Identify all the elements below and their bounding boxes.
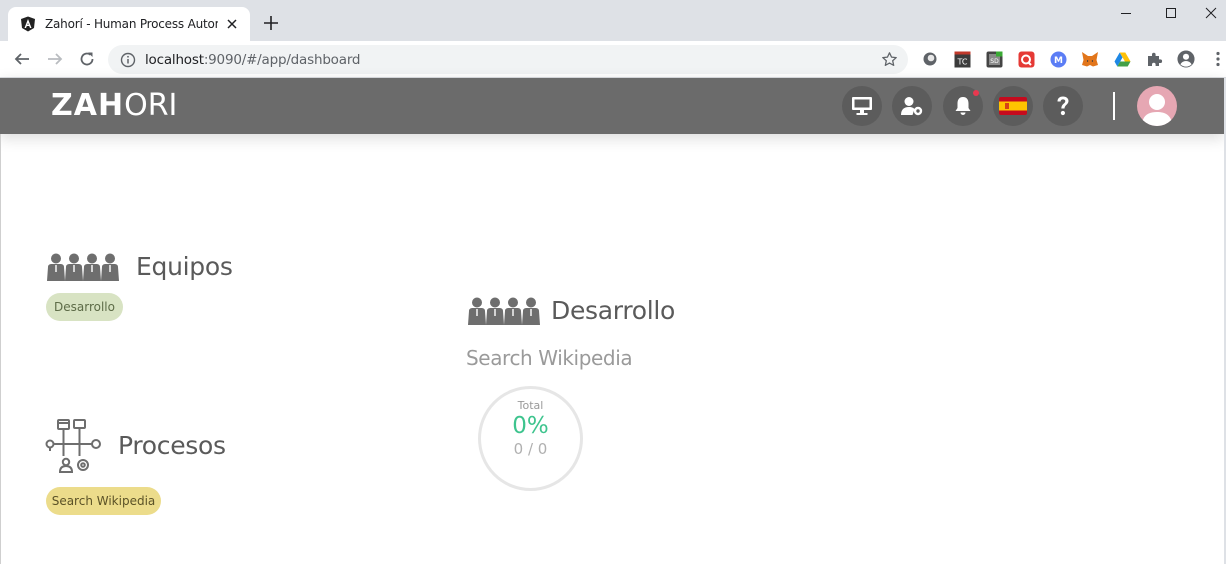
browser-toolbar: localhost:9090/#/app/dashboard TC SD M: [0, 41, 1226, 78]
team-icon: [46, 253, 120, 281]
gauge-percent: 0%: [512, 413, 549, 439]
tc-extension-icon[interactable]: TC: [953, 50, 971, 68]
app-header: ZAHORI: [0, 78, 1224, 134]
processes-title: Procesos: [118, 431, 226, 460]
new-tab-icon[interactable]: [262, 14, 280, 32]
detail-team-icon: [467, 297, 541, 325]
monitor-icon: [851, 96, 873, 116]
notification-dot: [973, 90, 979, 96]
url-host: localhost: [145, 51, 204, 68]
gauge-total-label: Total: [517, 399, 544, 412]
google-drive-icon[interactable]: [1113, 50, 1131, 68]
page-left-border: [0, 134, 1, 564]
angular-favicon-icon: [20, 16, 36, 32]
gauge-count: 0 / 0: [513, 440, 548, 458]
close-window-icon[interactable]: [1199, 4, 1223, 22]
tab-title: Zahorí - Human Process Automati: [45, 17, 218, 31]
browser-tabstrip: Zahorí - Human Process Automati: [0, 0, 1226, 41]
url-text: localhost:9090/#/app/dashboard: [145, 51, 361, 68]
zahori-logo[interactable]: ZAHORI: [51, 90, 177, 122]
profile-icon[interactable]: [1177, 50, 1195, 68]
reload-icon[interactable]: [77, 49, 97, 69]
team-process-name[interactable]: Search Wikipedia: [466, 346, 633, 370]
teams-title: Equipos: [136, 252, 233, 281]
back-arrow-icon[interactable]: [12, 49, 32, 69]
record-icon[interactable]: [921, 50, 939, 68]
svg-text:SD: SD: [990, 58, 999, 65]
bookmark-star-icon[interactable]: [881, 51, 898, 68]
url-path: :9090/#/app/dashboard: [203, 51, 361, 68]
maximize-icon[interactable]: [1159, 4, 1183, 22]
help-icon: [1055, 95, 1071, 117]
user-avatar[interactable]: [1137, 86, 1177, 126]
team-chip-desarrollo[interactable]: Desarrollo: [46, 293, 123, 321]
sd-extension-icon[interactable]: SD: [985, 50, 1003, 68]
close-tab-icon[interactable]: [224, 16, 240, 32]
address-bar[interactable]: localhost:9090/#/app/dashboard: [108, 45, 908, 74]
avatar-person-icon: [1137, 86, 1177, 126]
header-divider: [1113, 92, 1115, 120]
logo-part-tail: RI: [147, 88, 178, 123]
process-flow-icon: [45, 418, 103, 474]
logo-part-mid: O: [124, 88, 148, 123]
team-detail-title: Desarrollo: [551, 296, 676, 325]
svg-text:TC: TC: [956, 57, 967, 66]
redbubble-extension-icon[interactable]: [1017, 50, 1035, 68]
language-button[interactable]: [993, 86, 1033, 126]
bell-icon: [954, 96, 972, 116]
svg-text:M: M: [1054, 56, 1063, 66]
user-settings-button[interactable]: [892, 86, 932, 126]
spain-flag-icon: [999, 97, 1027, 115]
notifications-button[interactable]: [943, 86, 983, 126]
forward-arrow-icon[interactable]: [45, 49, 65, 69]
logo-part-bold: ZAH: [51, 88, 125, 123]
kebab-menu-icon[interactable]: [1209, 50, 1226, 68]
monitor-button[interactable]: [842, 86, 882, 126]
user-settings-icon: [900, 96, 924, 116]
browser-tab[interactable]: Zahorí - Human Process Automati: [8, 7, 250, 41]
process-chip-search-wikipedia[interactable]: Search Wikipedia: [46, 487, 161, 515]
metamask-fox-icon[interactable]: [1081, 50, 1099, 68]
site-info-icon[interactable]: [120, 52, 136, 68]
m-extension-icon[interactable]: M: [1049, 50, 1067, 68]
puzzle-extensions-icon[interactable]: [1145, 50, 1163, 68]
process-progress-gauge[interactable]: Total 0% 0 / 0: [478, 386, 583, 491]
minimize-icon[interactable]: [1114, 4, 1138, 22]
help-button[interactable]: [1043, 86, 1083, 126]
